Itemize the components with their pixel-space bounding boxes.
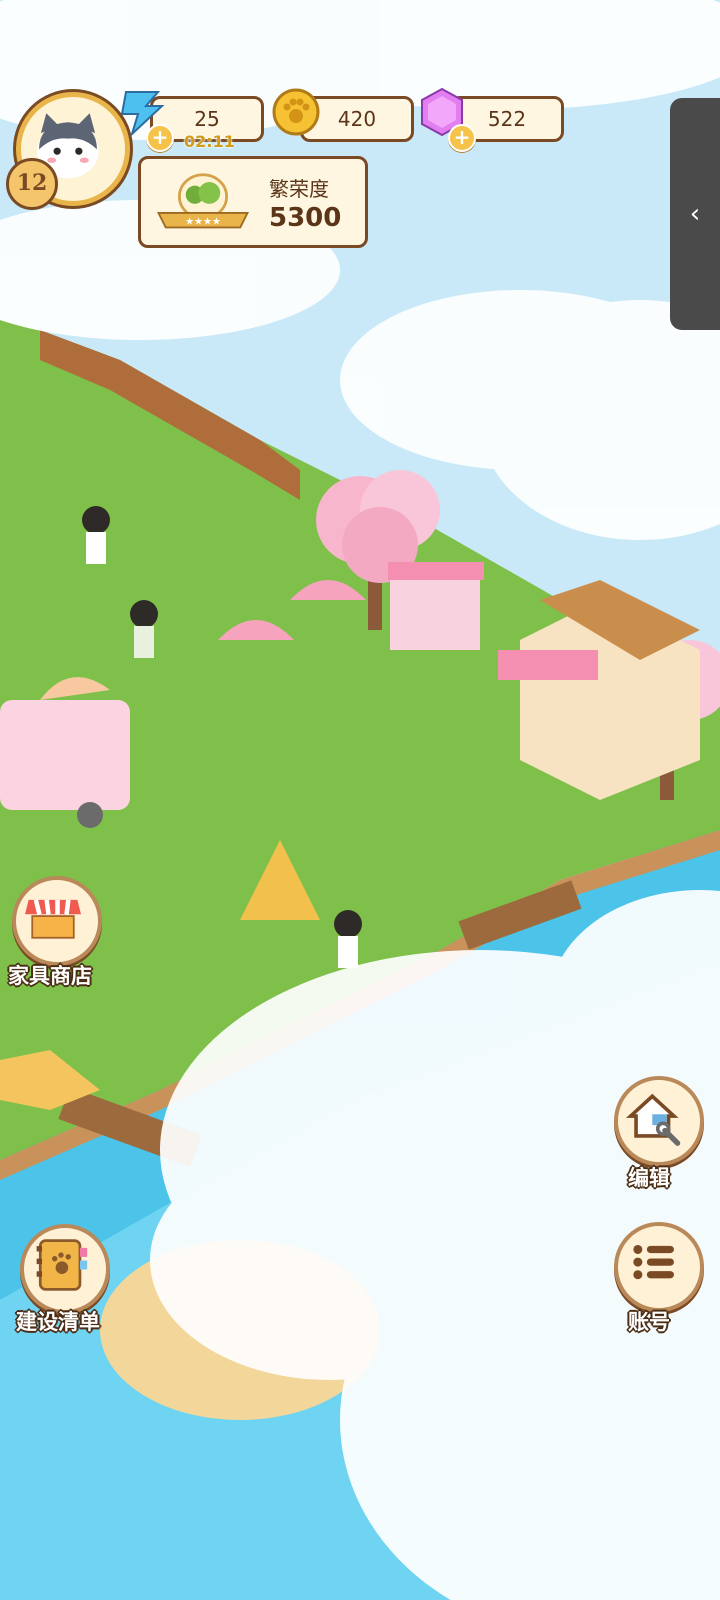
shop-awning-icon: [25, 899, 81, 939]
energy-value: 25: [194, 107, 220, 131]
add-gems-button[interactable]: +: [448, 124, 476, 152]
prosperity-value: 5300: [269, 203, 342, 233]
house-wrench-icon: [625, 1093, 681, 1146]
energy-timer: 02:11: [184, 132, 235, 151]
gem-value: 522: [487, 107, 527, 131]
coin-value: 420: [337, 107, 377, 131]
prosperity-label: 繁荣度: [269, 177, 329, 201]
build-list-button[interactable]: [20, 1224, 110, 1314]
food-cart: [388, 562, 484, 650]
furniture-shop-button[interactable]: [12, 876, 102, 966]
notebook-paw-icon: [36, 1239, 88, 1291]
character: [334, 910, 362, 968]
edit-button[interactable]: [614, 1076, 704, 1166]
prosperity-badge-icon: ★★★★: [156, 173, 250, 229]
side-panel-toggle[interactable]: ‹: [670, 98, 720, 330]
chevron-left-icon: ‹: [689, 199, 701, 229]
prosperity-panel[interactable]: ★★★★ 繁荣度 5300: [138, 156, 368, 248]
character: [82, 506, 110, 564]
edit-label: 编辑: [628, 1166, 670, 1190]
svg-text:★★★★: ★★★★: [185, 217, 221, 228]
build-list-label: 建设清单: [16, 1310, 100, 1334]
furniture-shop-label: 家具商店: [8, 964, 92, 988]
player-level-badge: 12: [6, 158, 58, 210]
character: [130, 600, 158, 658]
account-label: 账号: [628, 1310, 670, 1334]
menu-list-icon: [633, 1244, 674, 1280]
paw-coin-icon: [272, 88, 320, 136]
add-energy-button[interactable]: +: [146, 124, 174, 152]
account-button[interactable]: [614, 1222, 704, 1312]
